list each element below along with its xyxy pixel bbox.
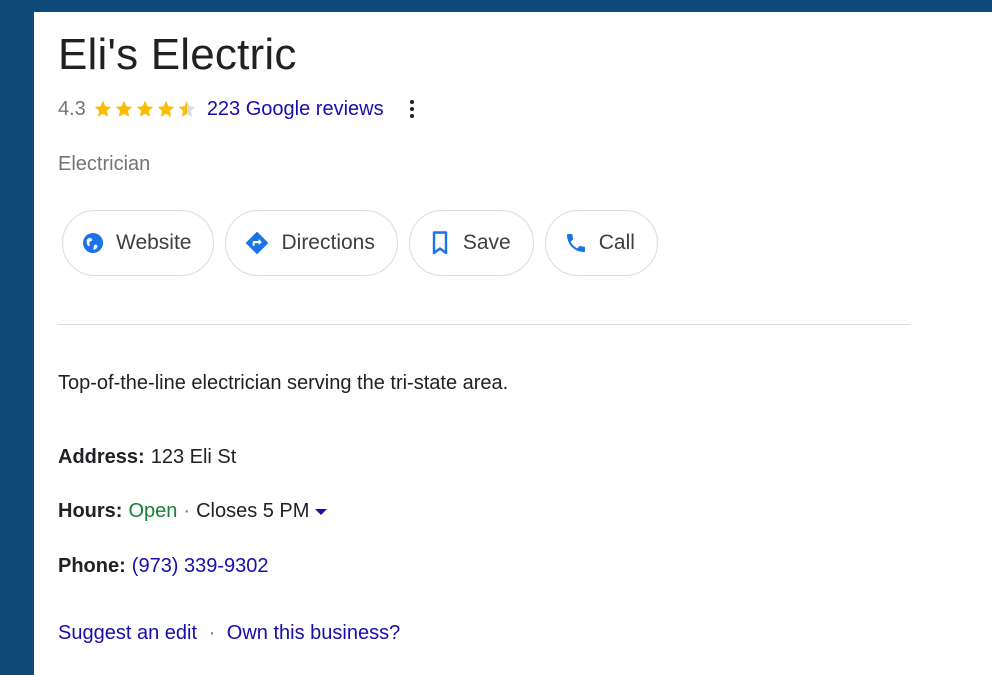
rating-value: 4.3 xyxy=(58,97,86,120)
call-button-label: Call xyxy=(598,231,635,254)
star-icon xyxy=(157,100,175,117)
business-name: Eli's Electric xyxy=(58,30,297,79)
globe-icon xyxy=(81,231,105,255)
hours-status: Open xyxy=(128,500,178,522)
star-rating xyxy=(93,99,198,119)
star-icon xyxy=(94,100,112,117)
reviews-link[interactable]: 223 Google reviews xyxy=(207,98,384,121)
hours-row: Hours: Open · Closes 5 PM xyxy=(58,500,328,523)
phone-row: Phone: (973) 339-9302 xyxy=(58,555,269,578)
footer-links: Suggest an edit · Own this business? xyxy=(58,622,400,645)
hours-dropdown-icon[interactable] xyxy=(315,508,328,515)
hours-label: Hours: xyxy=(58,500,123,522)
phone-icon xyxy=(564,231,588,255)
divider xyxy=(58,324,910,325)
directions-button[interactable]: Directions xyxy=(225,210,398,276)
directions-icon xyxy=(244,230,270,256)
phone-link[interactable]: (973) 339-9302 xyxy=(132,555,269,578)
directions-button-label: Directions xyxy=(281,231,375,254)
address-value: 123 Eli St xyxy=(150,446,237,468)
business-description: Top-of-the-line electrician serving the … xyxy=(58,372,509,394)
action-buttons: Website Directions Save Call xyxy=(62,210,658,276)
phone-label: Phone: xyxy=(58,555,126,577)
address-row: Address: 123 Eli St xyxy=(58,446,236,469)
bookmark-icon xyxy=(428,230,452,256)
star-icon xyxy=(115,100,133,117)
business-category: Electrician xyxy=(58,153,151,175)
website-button-label: Website xyxy=(116,231,192,254)
call-button[interactable]: Call xyxy=(544,210,658,276)
footer-separator: · xyxy=(208,622,216,644)
star-icon xyxy=(136,100,154,117)
rating-row: 4.3 223 Google reviews xyxy=(58,96,418,122)
suggest-edit-link[interactable]: Suggest an edit xyxy=(58,622,197,644)
hours-separator: · xyxy=(183,500,191,522)
save-button-label: Save xyxy=(462,231,511,254)
website-button[interactable]: Website xyxy=(62,210,215,276)
save-button[interactable]: Save xyxy=(408,210,534,276)
hours-closes: Closes 5 PM xyxy=(196,500,310,522)
half-star-icon xyxy=(178,100,196,117)
own-business-link[interactable]: Own this business? xyxy=(227,622,400,644)
more-options-icon[interactable] xyxy=(406,98,418,120)
address-label: Address: xyxy=(58,446,145,468)
